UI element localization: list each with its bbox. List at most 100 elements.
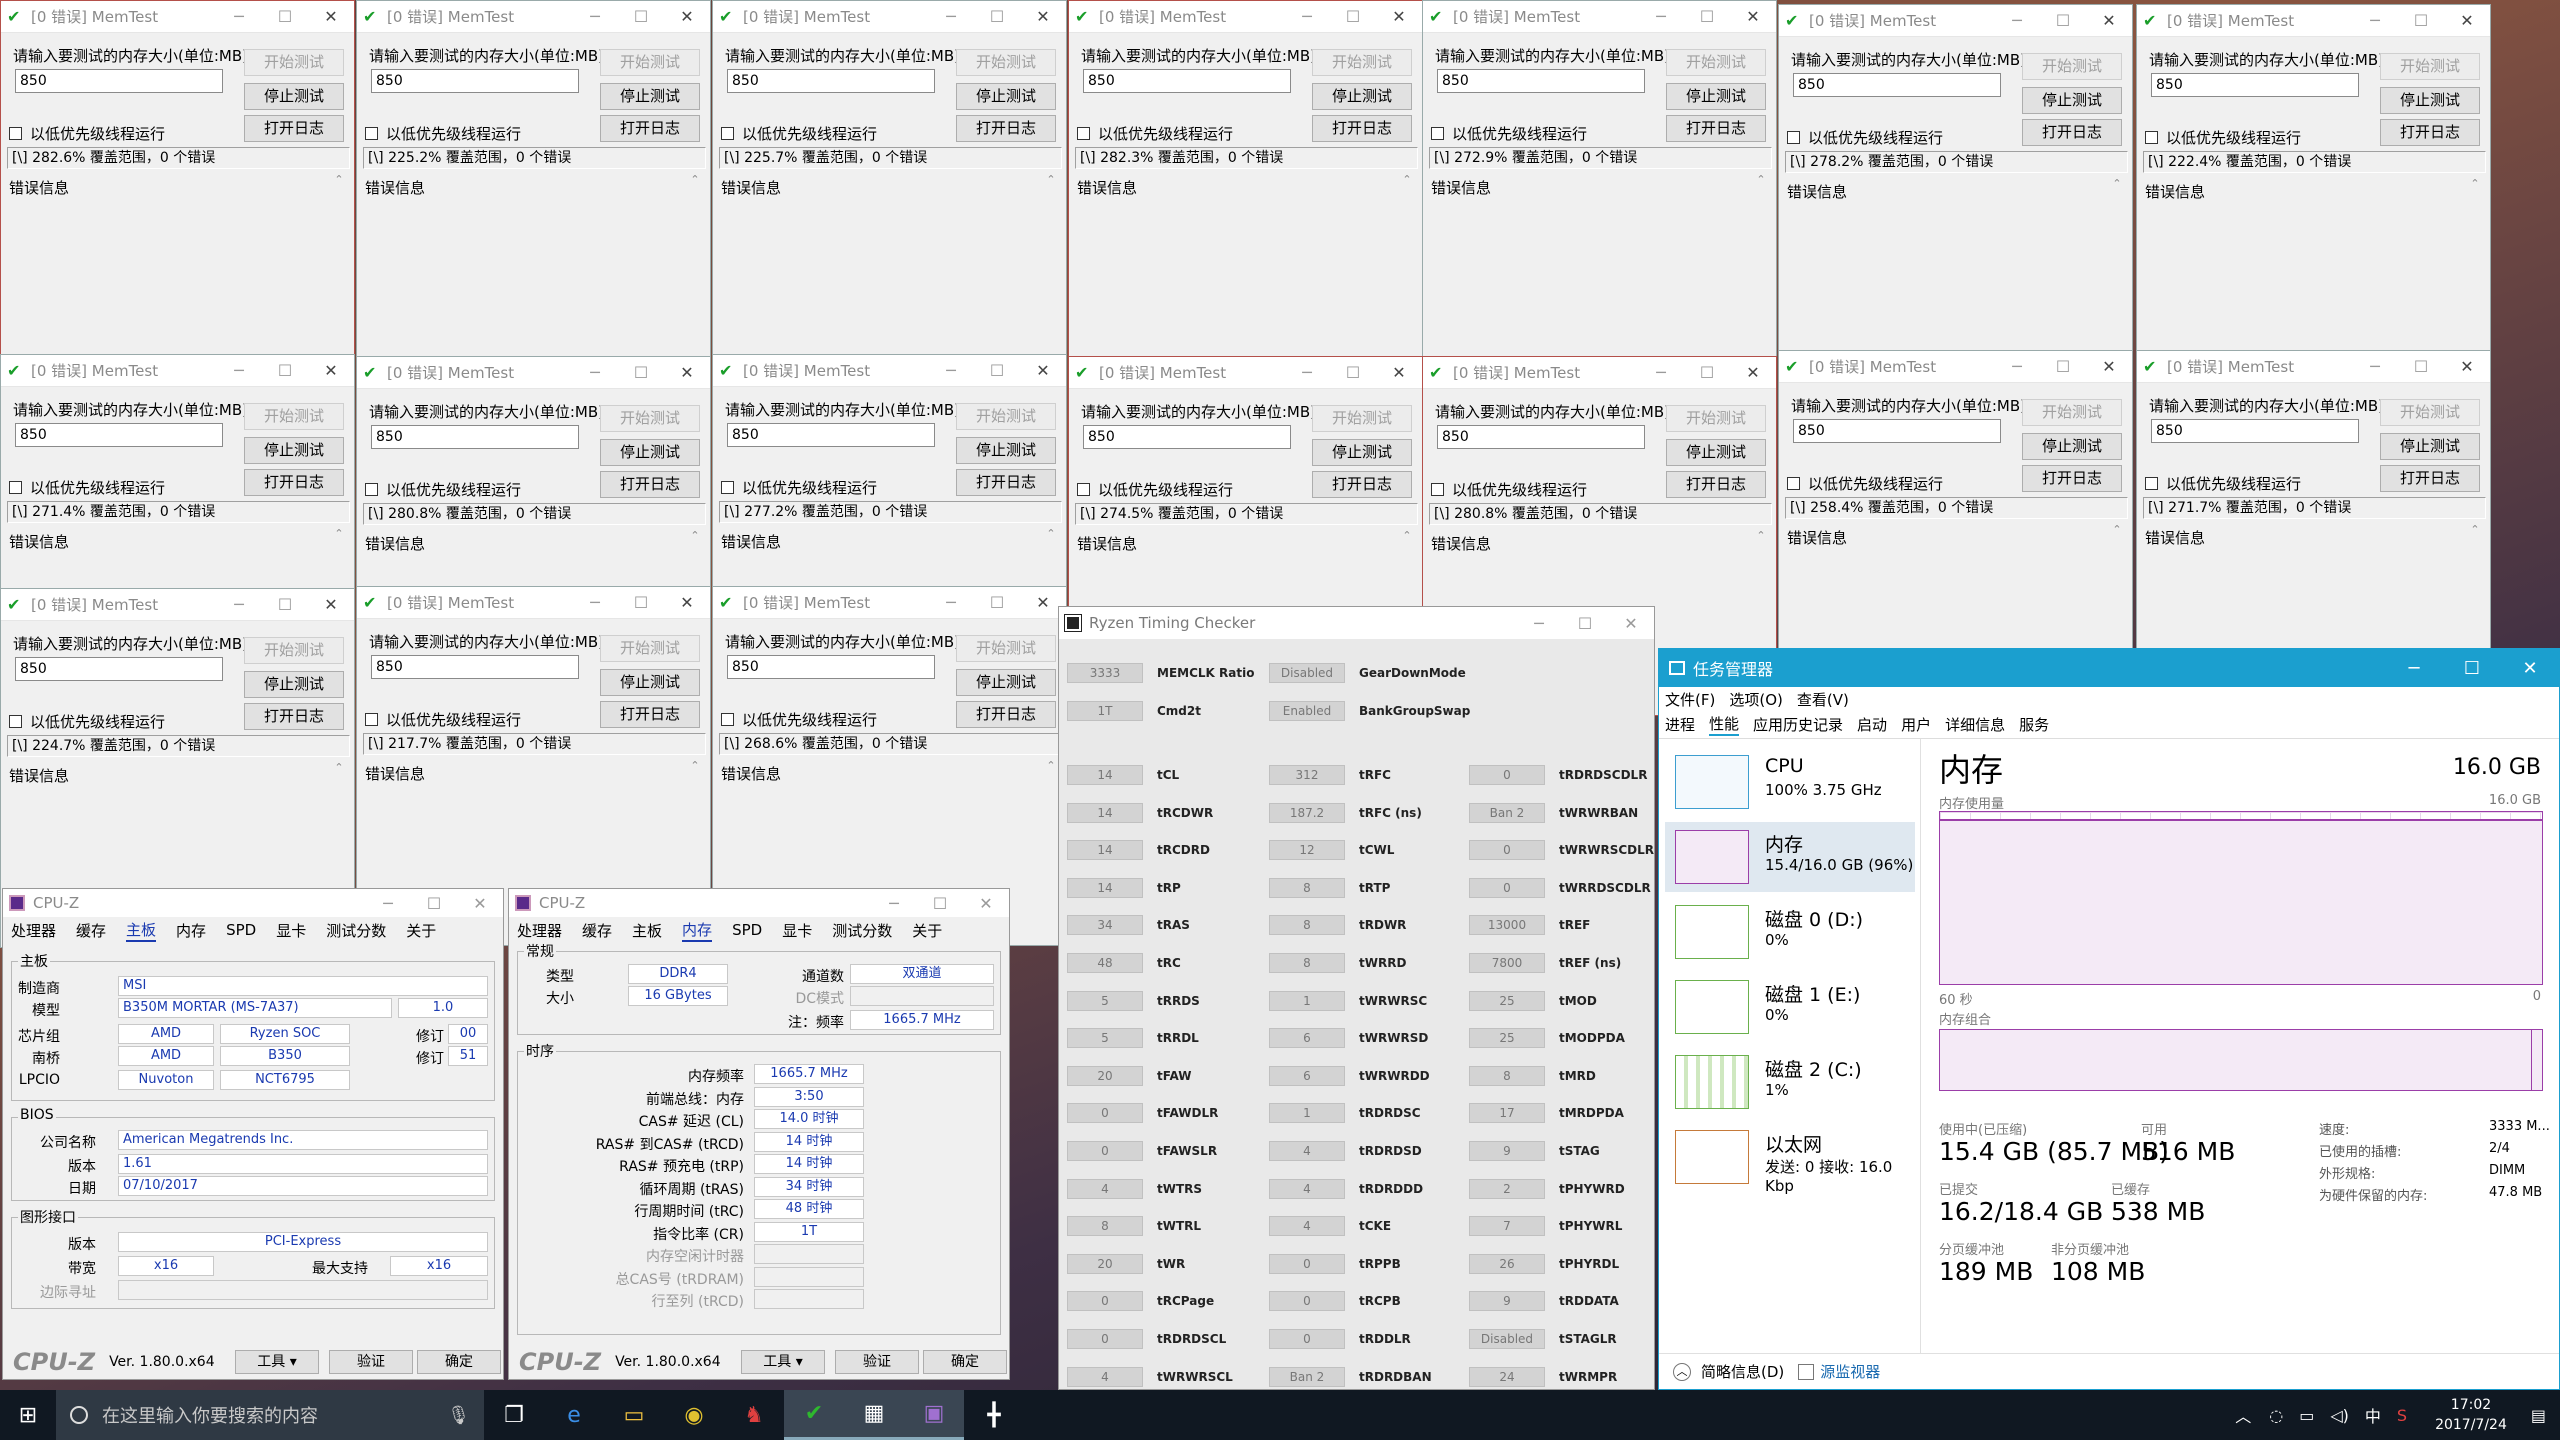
resource-disk-1[interactable]: 磁盘 1 (E:) 0% [1665, 972, 1915, 1042]
maximize-icon[interactable]: ☐ [2398, 5, 2444, 37]
resource-ethernet[interactable]: 以太网 发送: 0 接收: 16.0 Kbp [1665, 1122, 1915, 1195]
tab-processes[interactable]: 进程 [1665, 714, 1695, 735]
memtest-title-bar[interactable]: ✔ [0 错误] MemTest ─ ☐ ✕ [713, 1, 1066, 33]
size-input[interactable] [1083, 69, 1291, 93]
summary-link[interactable]: 简略信息(D) [1701, 1361, 1784, 1382]
ryzen-title-bar[interactable]: Ryzen Timing Checker ─ ☐ ✕ [1059, 607, 1654, 639]
stop-test-button[interactable]: 停止测试 [1312, 83, 1412, 110]
open-log-button[interactable]: 打开日志 [600, 701, 700, 728]
tab-about[interactable]: 关于 [406, 920, 436, 941]
close-icon[interactable]: ✕ [1608, 607, 1654, 639]
open-log-button[interactable]: 打开日志 [1312, 471, 1412, 498]
close-icon[interactable]: ✕ [308, 1, 354, 33]
tab-app-history[interactable]: 应用历史记录 [1753, 714, 1843, 735]
low-priority-checkbox[interactable]: 以低优先级线程运行 [1077, 479, 1233, 500]
minimize-icon[interactable]: ─ [871, 889, 917, 919]
memtest-title-bar[interactable]: ✔ [0 错误] MemTest ─ ☐ ✕ [357, 357, 710, 389]
tab-performance[interactable]: 性能 [1709, 713, 1740, 736]
maximize-icon[interactable]: ☐ [1562, 607, 1608, 639]
task-view-icon[interactable]: ❐ [484, 1390, 544, 1440]
size-input[interactable] [371, 655, 579, 679]
stop-test-button[interactable]: 停止测试 [2380, 87, 2480, 114]
low-priority-checkbox[interactable]: 以低优先级线程运行 [9, 123, 165, 144]
start-test-button[interactable]: 开始测试 [600, 49, 700, 76]
start-test-button[interactable]: 开始测试 [1312, 405, 1412, 432]
checkbox-box[interactable] [1431, 127, 1444, 140]
ryzen-checker-taskbar-icon[interactable]: ▦ [844, 1390, 904, 1440]
minimize-icon[interactable]: ─ [928, 1, 974, 33]
maximize-icon[interactable]: ☐ [974, 355, 1020, 387]
memtest-title-bar[interactable]: ✔ [0 错误] MemTest ─ ☐ ✕ [1423, 357, 1776, 389]
tab-memory[interactable]: 内存 [176, 920, 206, 941]
low-priority-checkbox[interactable]: 以低优先级线程运行 [365, 479, 521, 500]
checkbox-box[interactable] [2145, 477, 2158, 490]
file-explorer-icon[interactable]: ▭ [604, 1390, 664, 1440]
minimize-icon[interactable]: ─ [2385, 658, 2443, 679]
stop-test-button[interactable]: 停止测试 [2380, 433, 2480, 460]
microphone-icon[interactable]: 🎙 [447, 1405, 470, 1426]
low-priority-checkbox[interactable]: 以低优先级线程运行 [9, 477, 165, 498]
memtest-title-bar[interactable]: ✔ [0 错误] MemTest ─ ☐ ✕ [713, 587, 1066, 619]
memtest-title-bar[interactable]: ✔ [0 错误] MemTest ─ ☐ ✕ [2137, 351, 2490, 383]
low-priority-checkbox[interactable]: 以低优先级线程运行 [365, 709, 521, 730]
low-priority-checkbox[interactable]: 以低优先级线程运行 [1431, 479, 1587, 500]
close-icon[interactable]: ✕ [1730, 1, 1776, 33]
checkbox-box[interactable] [2145, 131, 2158, 144]
maximize-icon[interactable]: ☐ [618, 357, 664, 389]
checkbox-box[interactable] [9, 715, 22, 728]
ime-indicator[interactable]: 中 [2365, 1403, 2381, 1427]
tab-startup[interactable]: 启动 [1857, 714, 1887, 735]
checkbox-box[interactable] [1077, 127, 1090, 140]
tab-users[interactable]: 用户 [1901, 714, 1931, 735]
tab-graphics[interactable]: 显卡 [782, 920, 812, 941]
validate-button[interactable]: 验证 [329, 1350, 413, 1374]
minimize-icon[interactable]: ─ [1994, 351, 2040, 383]
maximize-icon[interactable]: ☐ [411, 889, 457, 919]
stop-test-button[interactable]: 停止测试 [244, 437, 344, 464]
app-icon[interactable]: ♞ [724, 1390, 784, 1440]
open-log-button[interactable]: 打开日志 [956, 701, 1056, 728]
chevron-up-icon[interactable]: ︿ [2235, 1403, 2251, 1427]
memtest-title-bar[interactable]: ✔ [0 错误] MemTest ─ ☐ ✕ [357, 1, 710, 33]
low-priority-checkbox[interactable]: 以低优先级线程运行 [365, 123, 521, 144]
minimize-icon[interactable]: ─ [1638, 1, 1684, 33]
checkbox-box[interactable] [365, 127, 378, 140]
minimize-icon[interactable]: ─ [365, 889, 411, 919]
low-priority-checkbox[interactable]: 以低优先级线程运行 [721, 123, 877, 144]
start-test-button[interactable]: 开始测试 [1666, 49, 1766, 76]
size-input[interactable] [1793, 419, 2001, 443]
minimize-icon[interactable]: ─ [1994, 5, 2040, 37]
checkbox-box[interactable] [1431, 483, 1444, 496]
stop-test-button[interactable]: 停止测试 [1666, 439, 1766, 466]
ok-button[interactable]: 确定 [417, 1350, 501, 1374]
memtest-title-bar[interactable]: ✔ [0 错误] MemTest ─ ☐ ✕ [1779, 351, 2132, 383]
scrollbar[interactable]: ⌃ [1752, 173, 1770, 359]
open-log-button[interactable]: 打开日志 [244, 703, 344, 730]
close-icon[interactable]: ✕ [1376, 1, 1422, 33]
low-priority-checkbox[interactable]: 以低优先级线程运行 [9, 711, 165, 732]
tab-caches[interactable]: 缓存 [76, 920, 106, 941]
open-log-button[interactable]: 打开日志 [244, 469, 344, 496]
tab-bench[interactable]: 测试分数 [326, 920, 386, 941]
open-log-button[interactable]: 打开日志 [600, 471, 700, 498]
chrome-icon[interactable]: ◉ [664, 1390, 724, 1440]
tab-spd[interactable]: SPD [732, 921, 762, 939]
stop-test-button[interactable]: 停止测试 [2022, 87, 2122, 114]
open-log-button[interactable]: 打开日志 [2380, 119, 2480, 146]
size-input[interactable] [15, 423, 223, 447]
size-input[interactable] [1437, 425, 1645, 449]
resource-disk-2[interactable]: 磁盘 2 (C:) 1% [1665, 1047, 1915, 1117]
size-input[interactable] [1793, 73, 2001, 97]
memtest-title-bar[interactable]: ✔ [0 错误] MemTest ─ ☐ ✕ [1069, 357, 1422, 389]
stop-test-button[interactable]: 停止测试 [956, 83, 1056, 110]
ok-button[interactable]: 确定 [923, 1350, 1007, 1374]
low-priority-checkbox[interactable]: 以低优先级线程运行 [1431, 123, 1587, 144]
maximize-icon[interactable]: ☐ [262, 355, 308, 387]
maximize-icon[interactable]: ☐ [1684, 357, 1730, 389]
size-input[interactable] [15, 69, 223, 93]
start-test-button[interactable]: 开始测试 [600, 635, 700, 662]
clock[interactable]: 17:02 2017/7/24 [2435, 1395, 2507, 1435]
maximize-icon[interactable]: ☐ [618, 1, 664, 33]
stop-test-button[interactable]: 停止测试 [956, 669, 1056, 696]
minimize-icon[interactable]: ─ [928, 355, 974, 387]
